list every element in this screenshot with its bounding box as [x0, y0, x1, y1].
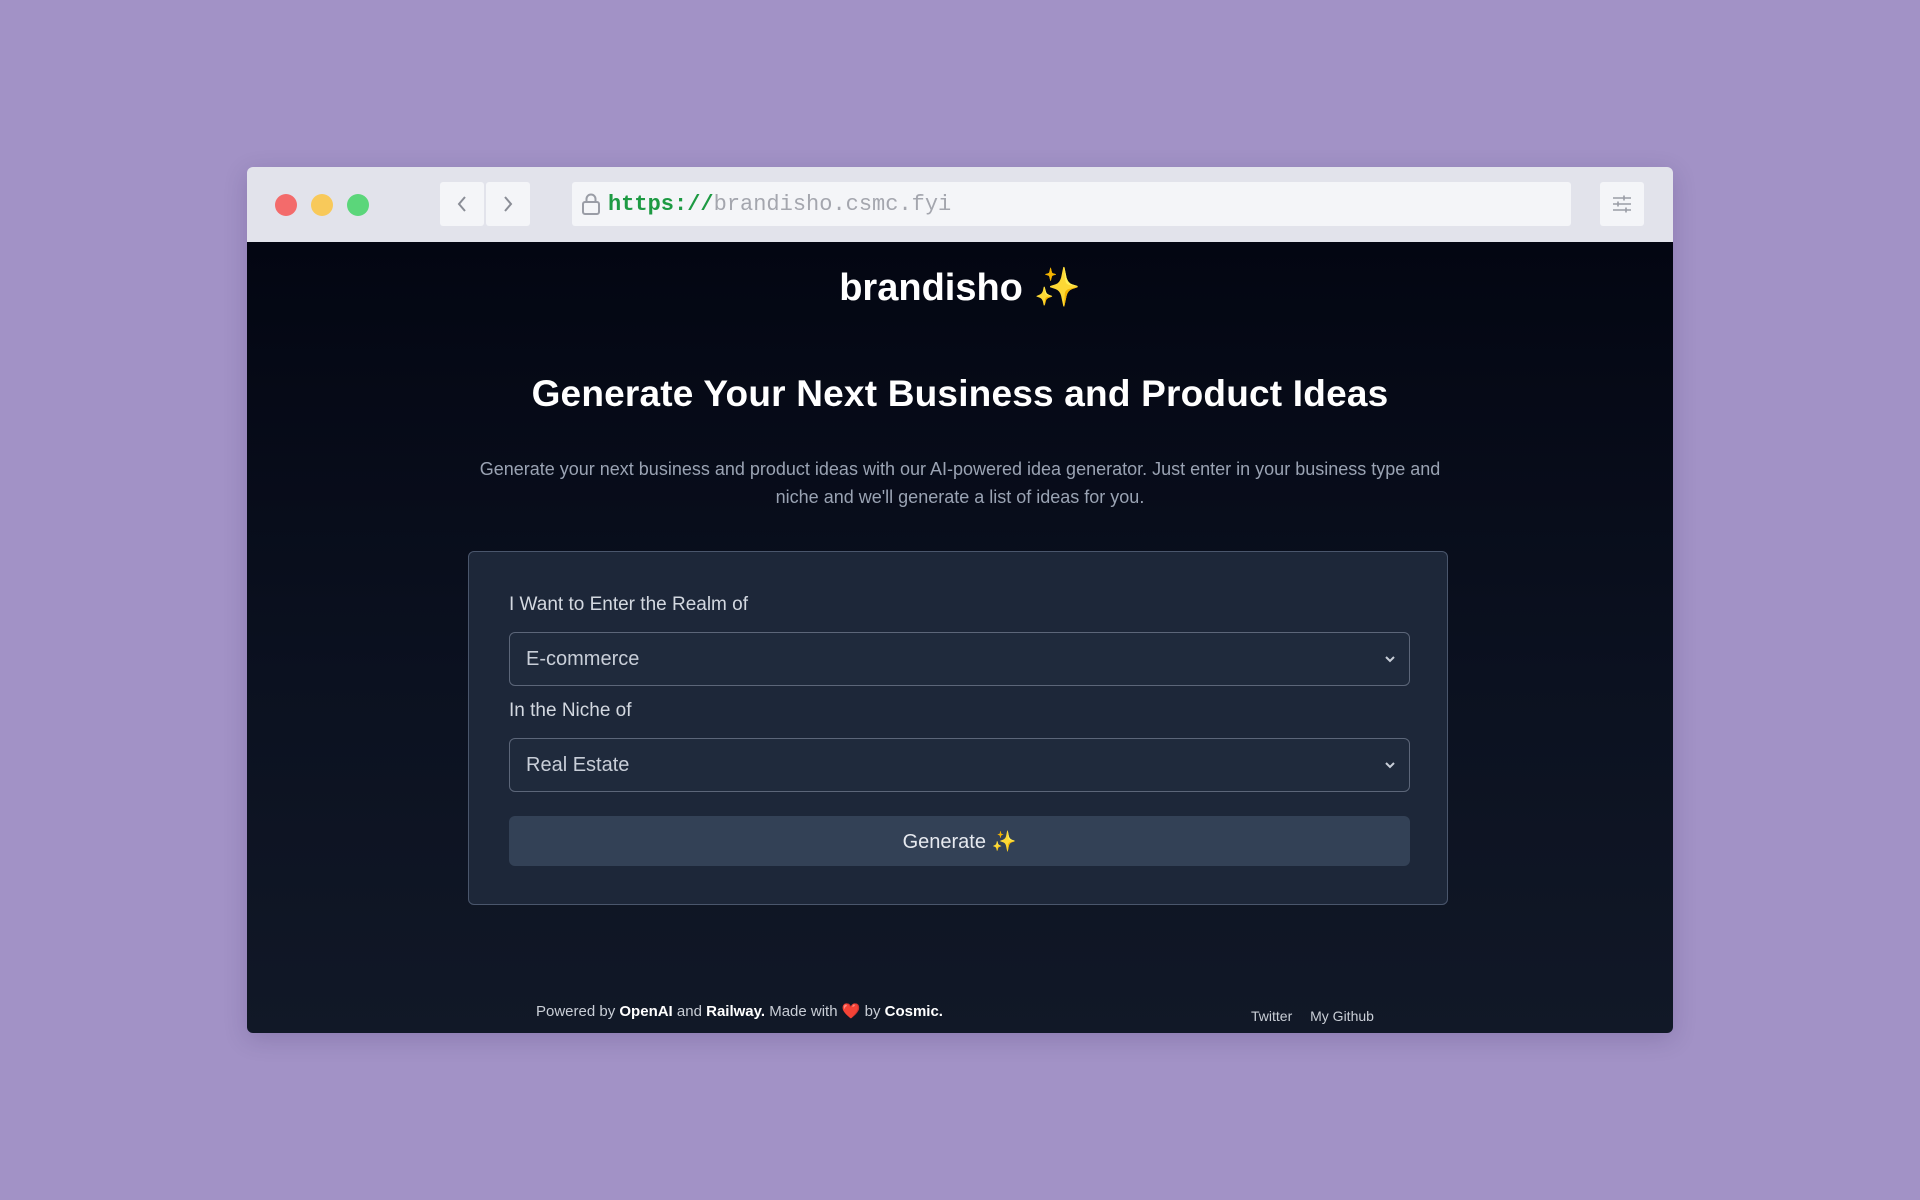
browser-window: https://brandisho.csmc.fyi brandisho ✨ G… — [247, 167, 1673, 1033]
railway-link[interactable]: Railway. — [706, 1003, 765, 1020]
chevron-right-icon — [504, 196, 513, 212]
footer-text: and — [676, 1003, 702, 1020]
niche-label: In the Niche of — [509, 700, 632, 721]
page-title: Generate Your Next Business and Product … — [531, 373, 1389, 414]
page-content: brandisho ✨ Generate Your Next Business … — [247, 242, 1673, 1033]
url-scheme: https:// — [608, 191, 714, 217]
browser-toolbar: https://brandisho.csmc.fyi — [247, 167, 1673, 242]
chevron-down-icon — [1383, 757, 1397, 773]
maximize-window-button[interactable] — [347, 194, 369, 216]
heart-icon: ❤️ — [841, 1003, 861, 1020]
realm-select[interactable]: E-commerce — [509, 632, 1410, 686]
sliders-icon — [1613, 195, 1631, 213]
address-bar[interactable]: https://brandisho.csmc.fyi — [572, 182, 1571, 226]
minimize-window-button[interactable] — [311, 194, 333, 216]
footer-text: Made with — [769, 1003, 838, 1020]
chevron-left-icon — [457, 196, 466, 212]
openai-link[interactable]: OpenAI — [619, 1003, 672, 1020]
footer-links: Twitter My Github — [1251, 1008, 1388, 1024]
twitter-link[interactable]: Twitter — [1251, 1008, 1292, 1024]
idea-form-card: I Want to Enter the Realm of E-commerce … — [468, 551, 1448, 905]
back-button[interactable] — [440, 182, 484, 226]
niche-select[interactable]: Real Estate — [509, 738, 1410, 792]
generate-button[interactable]: Generate ✨ — [509, 816, 1410, 866]
chevron-down-icon — [1383, 651, 1397, 667]
forward-button[interactable] — [486, 182, 530, 226]
cosmic-link[interactable]: Cosmic. — [885, 1003, 943, 1020]
footer-text: by — [864, 1003, 881, 1020]
url-host: brandisho.csmc.fyi — [713, 191, 952, 217]
footer-credits: Powered by OpenAI and Railway. Made with… — [536, 1002, 943, 1020]
brand-logo[interactable]: brandisho ✨ — [247, 266, 1673, 310]
lock-icon — [580, 192, 602, 216]
close-window-button[interactable] — [275, 194, 297, 216]
realm-select-value: E-commerce — [526, 647, 640, 670]
niche-select-value: Real Estate — [526, 753, 630, 776]
page-description: Generate your next business and product … — [479, 459, 1441, 507]
footer-text: Powered by — [536, 1003, 616, 1020]
realm-label: I Want to Enter the Realm of — [509, 594, 749, 615]
github-link[interactable]: My Github — [1310, 1008, 1374, 1024]
settings-button[interactable] — [1600, 182, 1644, 226]
